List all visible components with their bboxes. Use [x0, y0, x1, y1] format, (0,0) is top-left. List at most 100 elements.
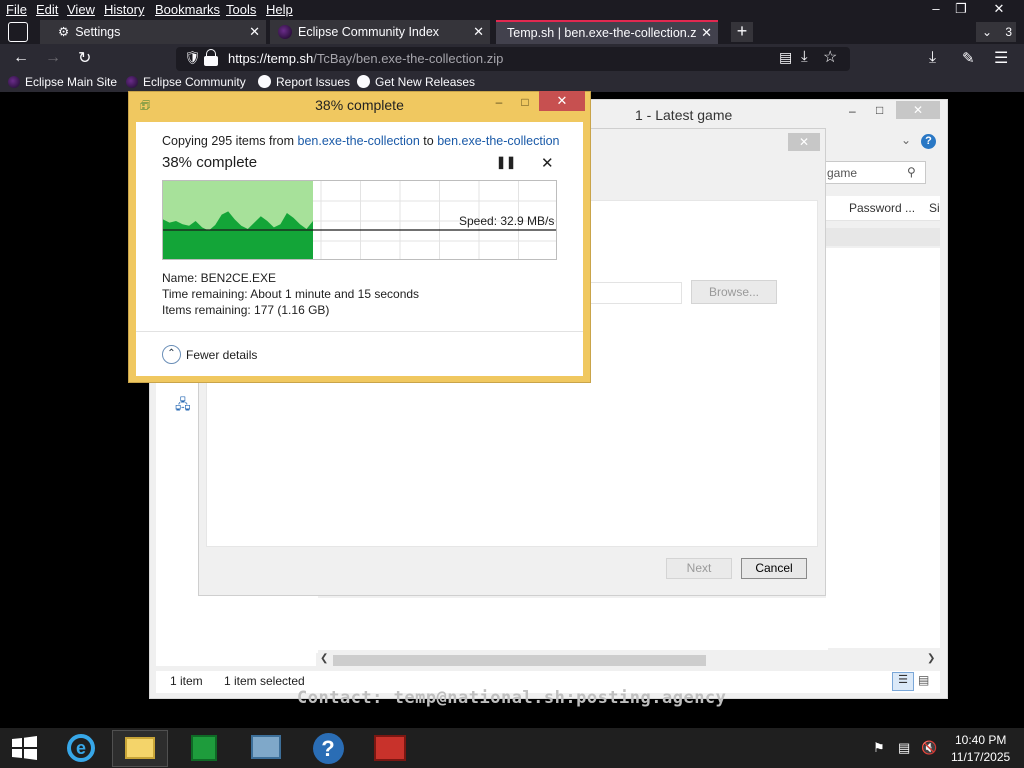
explorer-maximize-icon[interactable]: □ [876, 103, 883, 117]
copy-source-line: Copying 295 items from ben.exe-the-colle… [162, 134, 560, 148]
volume-muted-icon[interactable]: 🔇 [921, 740, 937, 756]
url-path: /TcBay/ben.exe-the-collection.zip [313, 51, 504, 66]
explorer-minimize-icon[interactable]: – [849, 104, 856, 118]
copy-to-word: to [423, 134, 434, 148]
tab-count: 3 [1005, 25, 1013, 39]
tab-overview-icon[interactable] [8, 22, 28, 42]
tab-label: Eclipse Community Index [298, 25, 440, 39]
search-placeholder: game [827, 166, 858, 180]
help-support-icon[interactable]: ? [300, 730, 356, 767]
copy-maximize-icon[interactable]: □ [514, 95, 536, 113]
wizard-close-icon[interactable]: ✕ [788, 133, 820, 151]
status-item-count: 1 item [170, 674, 203, 688]
github-icon [357, 75, 370, 88]
url-host: https://temp.sh [228, 51, 314, 66]
list-item-selected[interactable] [826, 228, 940, 246]
speed-label: Speed: 32.9 MB/s [459, 214, 555, 228]
copy-file-name: Name: BEN2CE.EXE [162, 271, 277, 285]
menu-edit[interactable]: Edit [36, 2, 58, 17]
next-button[interactable]: Next [666, 558, 732, 579]
store-icon[interactable] [176, 730, 232, 767]
tab-temp-sh[interactable]: Temp.sh | ben.exe-the-collection.zip ✕ [496, 20, 718, 44]
copy-minimize-icon[interactable]: – [488, 95, 510, 113]
close-tab-icon[interactable]: ✕ [473, 20, 484, 44]
windows-start-icon[interactable] [10, 735, 38, 761]
eclipse-icon [278, 25, 292, 39]
copy-destination-link[interactable]: ben.exe-the-collection [437, 134, 559, 148]
bookmark-label: Eclipse Main Site [25, 75, 118, 89]
contact-watermark-text: Contact: temp@national.sh:posting.agency [297, 688, 727, 708]
forward-icon[interactable]: → [45, 49, 61, 67]
menu-help[interactable]: Help [266, 2, 293, 17]
github-icon [258, 75, 271, 88]
fewer-details-toggle[interactable]: Fewer details [186, 348, 257, 362]
url-text[interactable]: https://temp.sh/TcBay/ben.exe-the-collec… [228, 51, 503, 66]
menu-history[interactable]: History [104, 2, 144, 17]
restore-window-icon[interactable]: ❐ [946, 1, 976, 17]
bookmark-get-new-releases[interactable]: Get New Releases [357, 75, 475, 89]
downloads-icon[interactable]: ⤓ [929, 49, 936, 67]
menu-tools[interactable]: Tools [226, 2, 256, 17]
remote-desktop-icon[interactable] [238, 730, 294, 767]
chevron-down-icon[interactable]: ⌄ [901, 133, 911, 147]
column-size[interactable]: Si [929, 201, 940, 215]
bookmark-report-issues[interactable]: Report Issues [258, 75, 350, 89]
large-icons-view-icon[interactable]: ▤ [918, 673, 929, 687]
cancel-button[interactable]: Cancel [741, 558, 807, 579]
content-area [318, 598, 828, 650]
cancel-copy-icon[interactable]: ✕ [541, 154, 554, 172]
bookmark-label: Get New Releases [375, 75, 476, 89]
bookmark-label: Eclipse Community [143, 75, 246, 89]
bookmark-eclipse-community[interactable]: Eclipse Community [126, 75, 246, 89]
menu-bar: File Edit View History Bookmarks Tools H… [0, 0, 1024, 20]
tab-bar: ⚙ Settings ✕ Eclipse Community Index ✕ Te… [0, 20, 1024, 44]
scroll-right-icon[interactable]: ❯ [927, 653, 935, 664]
network-icon[interactable]: 🖧 [175, 394, 191, 418]
game-app-icon[interactable] [362, 730, 418, 767]
clock-time[interactable]: 10:40 PM [955, 733, 1006, 747]
details-view-icon[interactable]: ☰ [892, 672, 914, 691]
explorer-close-icon[interactable]: ✕ [896, 101, 940, 119]
menu-bookmarks[interactable]: Bookmarks [155, 2, 220, 17]
scroll-left-icon[interactable]: ❮ [320, 653, 328, 664]
gear-icon: ⚙ [58, 25, 70, 39]
tab-list-button[interactable]: ⌄ 3 [976, 22, 1016, 42]
copy-source-link[interactable]: ben.exe-the-collection [298, 134, 420, 148]
shield-icon[interactable]: 🛡 [184, 50, 201, 66]
chevron-up-icon[interactable]: ⌃ [162, 345, 181, 364]
help-icon[interactable]: ? [921, 134, 936, 149]
file-explorer-icon[interactable] [112, 730, 168, 767]
menu-view[interactable]: View [67, 2, 95, 17]
install-path-field[interactable] [588, 282, 682, 304]
column-password[interactable]: Password ... [849, 201, 915, 215]
copy-items-remaining: Items remaining: 177 (1.16 GB) [162, 303, 330, 317]
save-to-pocket-icon[interactable]: ⤓ [801, 48, 808, 65]
copy-close-icon[interactable]: ✕ [539, 91, 585, 111]
extensions-icon[interactable]: ✎ [962, 49, 975, 67]
tab-eclipse-community[interactable]: Eclipse Community Index ✕ [270, 20, 490, 44]
network-tray-icon[interactable]: ▤ [898, 740, 910, 756]
bookmark-star-icon[interactable]: ☆ [823, 47, 837, 67]
eclipse-icon [126, 76, 138, 88]
menu-file[interactable]: File [6, 2, 27, 17]
reader-view-icon[interactable]: ▤ [779, 49, 792, 66]
tab-settings[interactable]: ⚙ Settings ✕ [40, 20, 266, 44]
back-icon[interactable]: ← [13, 49, 29, 67]
lock-icon-body [204, 56, 218, 66]
internet-explorer-icon[interactable]: e [53, 730, 109, 767]
close-tab-icon[interactable]: ✕ [699, 22, 712, 44]
pause-icon[interactable]: ❚❚ [496, 155, 516, 169]
bookmark-label: Report Issues [276, 75, 351, 89]
close-tab-icon[interactable]: ✕ [249, 20, 260, 44]
clock-date[interactable]: 11/17/2025 [951, 750, 1010, 764]
scrollbar-thumb[interactable] [333, 655, 706, 666]
hamburger-menu-icon[interactable]: ☰ [994, 48, 1008, 68]
browse-button[interactable]: Browse... [691, 280, 777, 304]
action-center-flag-icon[interactable]: ⚑ [873, 740, 885, 756]
bookmark-eclipse-main-site[interactable]: Eclipse Main Site [8, 75, 117, 89]
reload-icon[interactable]: ↻ [78, 48, 91, 68]
new-tab-icon[interactable]: + [731, 22, 753, 42]
file-list [826, 248, 940, 648]
search-icon[interactable]: ⚲ [907, 165, 916, 179]
close-window-icon[interactable]: ✕ [984, 1, 1014, 17]
